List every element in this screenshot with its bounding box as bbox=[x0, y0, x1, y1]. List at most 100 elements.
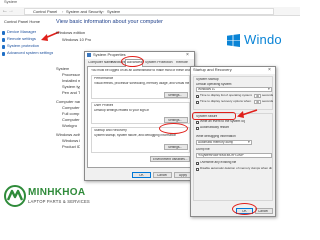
ok-button[interactable]: OK bbox=[132, 172, 151, 178]
chevron-down-icon: ▾ bbox=[248, 140, 250, 144]
highlight-circle-advanced bbox=[121, 56, 144, 67]
sidebar-item-device-manager[interactable]: Device Manager bbox=[2, 30, 44, 36]
page-title: View basic information about your comput… bbox=[56, 19, 163, 25]
startup-cancel-button[interactable]: Cancel bbox=[255, 208, 273, 214]
input-value: 30 bbox=[256, 101, 260, 104]
windows-edition-label: Windows edition bbox=[56, 31, 86, 35]
sidebar-item-advanced-system-settings[interactable]: Advanced system settings bbox=[2, 51, 53, 57]
user-profiles-title: User Profiles bbox=[94, 104, 114, 107]
button-label: OK bbox=[139, 173, 144, 177]
disable-auto-delete-label: Disable automatic deletion of memory dum… bbox=[200, 167, 272, 170]
disable-auto-delete-checkbox[interactable] bbox=[196, 168, 199, 171]
sidebar-item-remote-settings[interactable]: Remote settings bbox=[2, 37, 44, 43]
performance-settings-button[interactable]: Settings... bbox=[164, 92, 188, 98]
chevron-right-icon: › bbox=[103, 9, 105, 14]
system-row: System typ bbox=[62, 85, 80, 89]
overwrite-label: Overwrite any existing file bbox=[200, 161, 237, 164]
system-row: Pen and T bbox=[62, 91, 80, 95]
sidebar-item-label: Device Manager bbox=[7, 30, 37, 34]
computer-row: Computer bbox=[62, 106, 80, 110]
windows-logo-icon bbox=[227, 34, 240, 47]
tab-page: You must be logged on as an Administrato… bbox=[87, 67, 193, 168]
button-label: Settings... bbox=[168, 145, 183, 149]
environment-variables-button[interactable]: Environment Variables... bbox=[150, 156, 190, 162]
write-event-checkbox[interactable]: ✓ bbox=[196, 121, 200, 125]
startup-recovery-title: Startup and Recovery bbox=[94, 129, 127, 132]
computer-section-label: Computer name, domain, and workgroup set… bbox=[56, 100, 80, 104]
seconds-label: seconds bbox=[262, 100, 274, 103]
seconds-label: seconds bbox=[262, 94, 274, 97]
startup-recovery-desc: System startup, system failure, and debu… bbox=[94, 134, 177, 137]
brand-mark-icon bbox=[4, 185, 26, 207]
dump-file-input[interactable]: %SystemRoot%\MEMORY.DMP bbox=[196, 153, 272, 158]
sidebar-item-label: System protection bbox=[7, 44, 40, 48]
time-os-input[interactable]: 30 bbox=[254, 94, 261, 98]
sidebar-home-link[interactable]: Control Panel Home bbox=[4, 20, 40, 25]
startup-recovery-settings-button[interactable]: Settings... bbox=[164, 144, 188, 150]
close-icon[interactable]: × bbox=[268, 67, 271, 73]
breadcrumb-control-panel[interactable]: Control Panel bbox=[33, 10, 57, 15]
time-recovery-input[interactable]: 30 bbox=[254, 100, 261, 104]
button-label: Cancel bbox=[157, 173, 167, 177]
activation-row: Windows is bbox=[62, 139, 80, 143]
windows-edition-value: Windows 10 Pro bbox=[62, 38, 92, 42]
sidebar-item-system-protection[interactable]: System protection bbox=[2, 44, 44, 50]
sidebar-item-label: Remote settings bbox=[7, 37, 36, 41]
input-value: %SystemRoot%\MEMORY.DMP bbox=[198, 154, 244, 157]
shield-icon bbox=[2, 52, 5, 56]
breadcrumb-system[interactable]: System bbox=[107, 10, 120, 15]
button-label: Settings... bbox=[168, 118, 183, 122]
startup-recovery-dialog: Startup and Recovery × System startup De… bbox=[190, 66, 276, 217]
chevron-down-icon: ▾ bbox=[268, 87, 270, 91]
shield-icon bbox=[2, 45, 5, 49]
dialog-title: System Properties bbox=[93, 53, 126, 57]
dialog-titlebar: Startup and Recovery × bbox=[191, 67, 275, 74]
tab-computer-name[interactable]: Computer Name bbox=[88, 61, 113, 65]
shield-icon bbox=[2, 38, 5, 42]
cancel-button[interactable]: Cancel bbox=[153, 172, 172, 178]
button-label: Environment Variables... bbox=[153, 157, 188, 161]
computer-row: Workgro bbox=[62, 124, 78, 128]
dialog-title: Startup and Recovery bbox=[193, 68, 232, 72]
performance-desc: Visual effects, processor scheduling, me… bbox=[94, 82, 189, 85]
user-profiles-group: User Profiles Desktop settings related t… bbox=[91, 102, 190, 124]
performance-title: Performance bbox=[94, 77, 114, 80]
time-recovery-checkbox[interactable] bbox=[196, 101, 199, 104]
select-value: Automatic memory dump bbox=[198, 141, 234, 144]
computer-row: Computer bbox=[62, 118, 80, 122]
button-label: Settings... bbox=[168, 93, 183, 97]
chevron-right-icon: › bbox=[62, 9, 64, 14]
debug-info-title: Write debugging information bbox=[196, 135, 236, 138]
activation-section-label: Windows activation bbox=[56, 133, 80, 137]
activation-row: Product ID: bbox=[62, 145, 80, 149]
auto-restart-checkbox[interactable] bbox=[196, 127, 199, 130]
forward-arrow-icon[interactable]: → bbox=[8, 8, 14, 15]
highlight-box-auto-restart bbox=[192, 112, 236, 120]
overwrite-checkbox[interactable]: ✓ bbox=[196, 162, 200, 166]
user-profiles-desc: Desktop settings related to your sign-in bbox=[94, 109, 150, 112]
select-value: Windows 10 bbox=[198, 88, 216, 91]
tab-remote[interactable]: Remote bbox=[176, 61, 188, 65]
address-bar[interactable]: ← → Control Panel › System and Security … bbox=[0, 7, 300, 16]
button-label: Apply bbox=[179, 173, 187, 177]
breadcrumb-system-security[interactable]: System and Security bbox=[66, 10, 103, 15]
time-recovery-label: Time to display recovery options when ne… bbox=[200, 100, 252, 103]
highlight-circle-ok bbox=[232, 203, 257, 215]
tab-system-protection[interactable]: System Protection bbox=[145, 61, 173, 65]
brand-name: MINHKHOA bbox=[28, 187, 86, 198]
default-os-select[interactable]: Windows 10 ▾ bbox=[196, 87, 272, 92]
input-value: 30 bbox=[256, 95, 260, 98]
debug-info-select[interactable]: Automatic memory dump ▾ bbox=[196, 140, 252, 145]
breadcrumb: Control Panel › System and Security › Sy… bbox=[24, 8, 274, 15]
time-os-checkbox[interactable]: ✓ bbox=[196, 95, 200, 99]
dump-file-label: Dump file: bbox=[196, 148, 211, 151]
windows-logo-text: Windo bbox=[244, 33, 282, 47]
time-os-label: Time to display list of operating system… bbox=[200, 94, 252, 97]
shield-icon bbox=[2, 31, 5, 35]
system-row: Processor: bbox=[62, 73, 80, 77]
window-titlebar: System bbox=[0, 0, 300, 6]
close-icon[interactable]: × bbox=[186, 52, 189, 58]
auto-restart-label: Automatically restart bbox=[200, 126, 229, 129]
brand-logo: MINHKHOA LAPTOP PARTS & SERVICES bbox=[4, 183, 94, 213]
system-startup-group: System startup Default operating system:… bbox=[193, 76, 273, 110]
